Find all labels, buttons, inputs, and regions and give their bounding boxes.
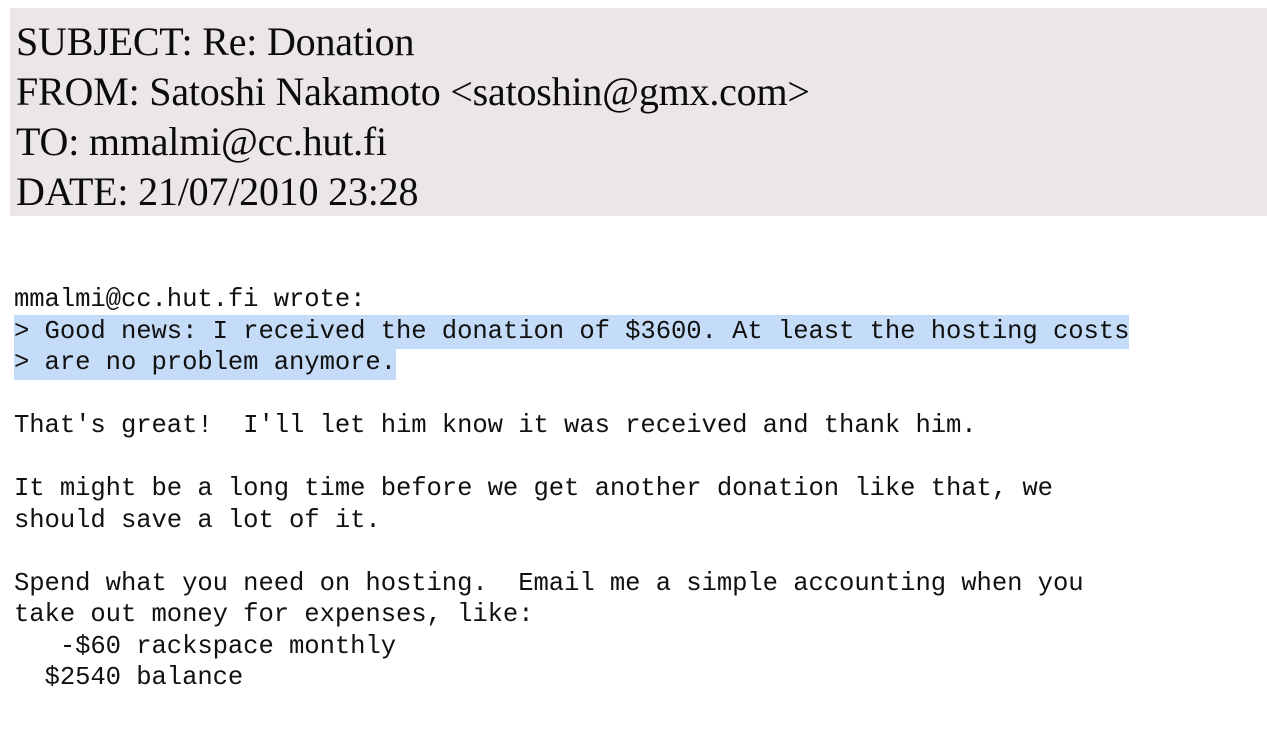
paragraph-line: Spend what you need on hosting. Email me…	[14, 568, 1084, 598]
paragraph-line: should save a lot of it.	[14, 505, 381, 535]
quote-attribution-line: mmalmi@cc.hut.fi wrote:	[14, 285, 366, 314]
email-header-block: SUBJECT: Re: Donation FROM: Satoshi Naka…	[10, 8, 1267, 216]
header-date-line: DATE: 21/07/2010 23:28	[16, 169, 419, 214]
header-to-line: TO: mmalmi@cc.hut.fi	[16, 119, 387, 164]
quoted-line: > Good news: I received the donation of …	[14, 314, 1264, 349]
quoted-line-highlight: > Good news: I received the donation of …	[14, 314, 1129, 349]
email-page: SUBJECT: Re: Donation FROM: Satoshi Naka…	[0, 0, 1267, 743]
paragraph-line: That's great! I'll let him know it was r…	[14, 411, 977, 440]
email-body: mmalmi@cc.hut.fi wrote: > Good news: I r…	[14, 284, 1264, 694]
paragraph-line: take out money for expenses, like:	[14, 600, 534, 629]
quoted-line: > are no problem anymore.	[14, 346, 1264, 380]
expense-line: -$60 rackspace monthly	[14, 631, 396, 661]
quoted-line-highlight: > are no problem anymore.	[14, 346, 396, 380]
header-subject-line: SUBJECT: Re: Donation	[16, 19, 415, 64]
paragraph-line: It might be a long time before we get an…	[14, 474, 1053, 503]
balance-line: $2540 balance	[14, 663, 244, 692]
header-from-line: FROM: Satoshi Nakamoto <satoshin@gmx.com…	[16, 69, 810, 114]
